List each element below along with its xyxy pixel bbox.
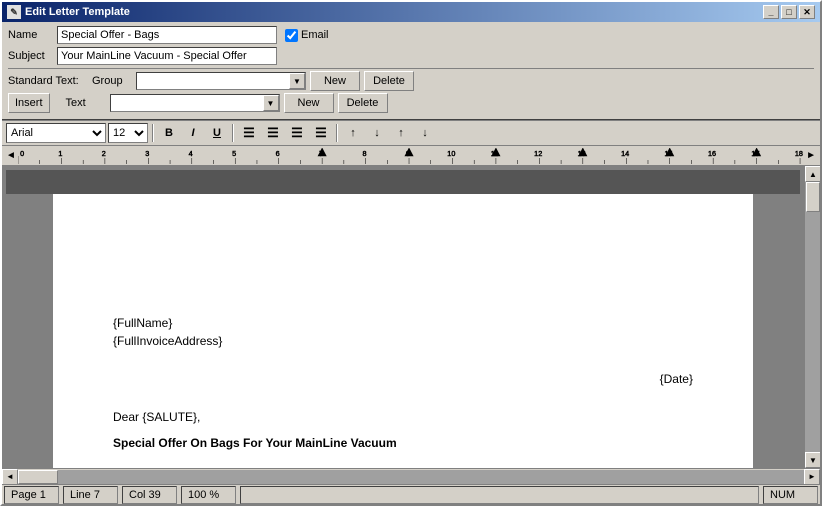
address-field: {FullInvoiceAddress} — [113, 332, 693, 350]
standard-text-label: Standard Text: — [8, 75, 88, 87]
window-icon: ✎ — [7, 5, 21, 19]
col-status: Col 39 — [122, 486, 177, 504]
svg-text:0: 0 — [20, 150, 24, 158]
title-controls: _ □ ✕ — [763, 5, 815, 19]
ruler-svg: 0 1 2 3 4 5 6 7 8 — [18, 148, 804, 164]
heading-text: Special Offer On Bags For Your MainLine … — [113, 434, 693, 452]
scroll-up-button[interactable]: ▲ — [805, 166, 820, 182]
svg-text:10: 10 — [447, 150, 455, 158]
maximize-button[interactable]: □ — [781, 5, 797, 19]
email-checkbox[interactable] — [285, 29, 298, 42]
page-status: Page 1 — [4, 486, 59, 504]
name-row: Name Email — [8, 26, 814, 44]
name-input[interactable] — [57, 26, 277, 44]
horizontal-scrollbar: ◄ ► — [2, 468, 820, 484]
name-label: Name — [8, 29, 53, 41]
svg-text:5: 5 — [232, 150, 236, 158]
svg-text:8: 8 — [362, 150, 366, 158]
indent-btn-1[interactable]: ↑ — [342, 123, 364, 143]
bold-button[interactable]: B — [158, 123, 180, 143]
ruler: 0 1 2 3 4 5 6 7 8 — [18, 148, 804, 164]
subject-row: Subject — [8, 47, 814, 65]
text-combo-wrapper: ▼ — [110, 94, 280, 112]
salute-field: Dear {SALUTE}, — [113, 408, 693, 426]
toolbar-separator-2 — [232, 124, 234, 142]
indent-btn-3[interactable]: ↑ — [390, 123, 412, 143]
group-delete-button[interactable]: Delete — [364, 71, 414, 91]
scroll-thumb[interactable] — [806, 182, 820, 212]
empty-status — [240, 486, 759, 504]
line-status: Line 7 — [63, 486, 118, 504]
text-delete-button[interactable]: Delete — [338, 93, 388, 113]
status-bar: Page 1 Line 7 Col 39 100 % NUM — [2, 484, 820, 504]
insert-button[interactable]: Insert — [8, 93, 50, 113]
form-area: Name Email Subject Standard Text: Group … — [2, 22, 820, 119]
font-select[interactable]: Arial — [6, 123, 106, 143]
title-bar: ✎ Edit Letter Template _ □ ✕ — [2, 2, 820, 22]
text-select[interactable] — [110, 94, 280, 112]
size-select[interactable]: 12 — [108, 123, 148, 143]
group-combo-wrapper: ▼ — [136, 72, 306, 90]
formatting-toolbar: Arial 12 B I U ☰ ☰ ☰ ☰ ↑ ↓ ↑ ↓ — [2, 121, 820, 146]
subject-label: Subject — [8, 50, 53, 62]
align-center-button[interactable]: ☰ — [262, 123, 284, 143]
editor-area[interactable]: {FullName} {FullInvoiceAddress} {Date} D… — [2, 166, 804, 468]
date-field: {Date} — [113, 370, 693, 388]
vertical-scrollbar: ▲ ▼ — [804, 166, 820, 468]
mid-spacing — [113, 350, 693, 370]
svg-text:2: 2 — [102, 150, 106, 158]
toolbar-separator-3 — [336, 124, 338, 142]
svg-text:18: 18 — [795, 150, 803, 158]
page-header-band — [6, 170, 800, 194]
svg-text:12: 12 — [534, 150, 542, 158]
svg-text:6: 6 — [275, 150, 279, 158]
h-scroll-track[interactable] — [18, 470, 804, 484]
pre-salute-spacing — [113, 388, 693, 408]
after-salute-spacing — [113, 426, 693, 434]
main-content: {FullName} {FullInvoiceAddress} {Date} D… — [2, 166, 820, 468]
standard-text-group-row: Standard Text: Group ▼ New Delete — [8, 71, 814, 91]
group-label: Group — [92, 75, 132, 87]
top-spacing — [113, 234, 693, 314]
window-title: Edit Letter Template — [25, 6, 130, 18]
underline-button[interactable]: U — [206, 123, 228, 143]
subject-input[interactable] — [57, 47, 277, 65]
ruler-container: ◄ 0 1 2 3 4 5 — [2, 146, 820, 166]
svg-text:14: 14 — [621, 150, 629, 158]
svg-text:4: 4 — [189, 150, 193, 158]
indent-btn-4[interactable]: ↓ — [414, 123, 436, 143]
align-left-button[interactable]: ☰ — [238, 123, 260, 143]
text-new-button[interactable]: New — [284, 93, 334, 113]
h-scroll-thumb[interactable] — [18, 470, 58, 484]
indent-btn-2[interactable]: ↓ — [366, 123, 388, 143]
fullname-field: {FullName} — [113, 314, 693, 332]
svg-text:1: 1 — [58, 150, 62, 158]
group-new-button[interactable]: New — [310, 71, 360, 91]
toolbar-separator-1 — [152, 124, 154, 142]
size-combo-wrapper: 12 — [108, 123, 148, 143]
svg-text:3: 3 — [145, 150, 149, 158]
ruler-left-arrow[interactable]: ◄ — [4, 150, 18, 161]
h-scroll-left-button[interactable]: ◄ — [2, 469, 18, 485]
ruler-right-arrow[interactable]: ► — [804, 150, 818, 161]
italic-button[interactable]: I — [182, 123, 204, 143]
group-select[interactable] — [136, 72, 306, 90]
scroll-track[interactable] — [805, 182, 820, 452]
minimize-button[interactable]: _ — [763, 5, 779, 19]
text-label: Text — [66, 97, 106, 109]
close-button[interactable]: ✕ — [799, 5, 815, 19]
num-status: NUM — [763, 486, 818, 504]
font-combo-wrapper: Arial — [6, 123, 106, 143]
zoom-status: 100 % — [181, 486, 236, 504]
align-right-button[interactable]: ☰ — [286, 123, 308, 143]
justify-button[interactable]: ☰ — [310, 123, 332, 143]
standard-text-text-row: Insert Text ▼ New Delete — [8, 93, 814, 113]
svg-text:16: 16 — [708, 150, 716, 158]
email-checkbox-label: Email — [285, 29, 329, 42]
title-bar-left: ✎ Edit Letter Template — [7, 5, 130, 19]
scroll-down-button[interactable]: ▼ — [805, 452, 820, 468]
main-window: ✎ Edit Letter Template _ □ ✕ Name Email … — [0, 0, 822, 506]
h-scroll-right-button[interactable]: ► — [804, 469, 820, 485]
document-page[interactable]: {FullName} {FullInvoiceAddress} {Date} D… — [53, 194, 753, 468]
